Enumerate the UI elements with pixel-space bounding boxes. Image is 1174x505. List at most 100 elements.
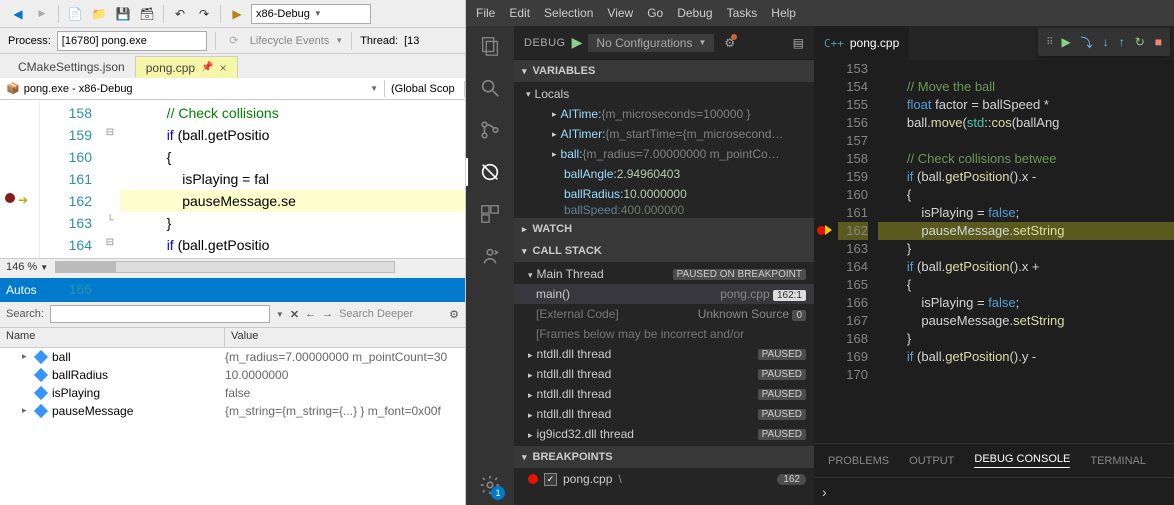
menu-help[interactable]: Help [771,6,796,20]
vs-code-text[interactable]: // Check collisions if (ball.getPositio … [120,100,465,258]
start-debug-button[interactable]: ▶ [572,34,583,51]
scope-combo[interactable]: (Global Scop [385,81,465,97]
menu-tasks[interactable]: Tasks [727,6,758,20]
vscode-pane: FileEditSelectionViewGoDebugTasksHelp 1 … [466,0,1174,505]
thread-row[interactable]: ▸ntdll.dll threadPAUSED [514,344,814,364]
autos-row[interactable]: ▸pauseMessage{m_string={m_string={...} }… [0,402,465,420]
new-file-icon[interactable]: 📄 [65,4,85,24]
explorer-icon[interactable] [478,34,502,58]
menu-selection[interactable]: Selection [544,6,593,20]
tab-cmakesettings[interactable]: CMakeSettings.json [8,56,135,78]
breakpoints-section-header[interactable]: ▾BREAKPOINTS [514,446,814,468]
vs-toolbar-main: ◀ ▶ 📄 📁 💾 🗃 ↶ ↷ ▶ x86-Debug▼ [0,0,465,28]
target-icon[interactable]: ▶ [227,4,247,24]
debug-config-combo[interactable]: No Configurations▼ [588,34,714,52]
breakpoint-row[interactable]: ✓ pong.cpp \ 162 [514,468,814,490]
variable-row[interactable]: ▸AITimer: {m_startTime={m_microsecond… [514,124,814,144]
variable-row[interactable]: ▸AITime: {m_microseconds=100000 } [514,104,814,124]
autos-grid-header: NameValue [0,328,465,348]
step-into-button[interactable]: ↓ [1103,35,1109,49]
live-share-icon[interactable] [478,244,502,268]
gear-icon[interactable]: ⚙ [449,308,459,321]
panel-tab-debug-console[interactable]: DEBUG CONSOLE [974,453,1070,468]
open-icon[interactable]: 📁 [89,4,109,24]
step-out-button[interactable]: ↑ [1119,35,1125,49]
thread-value: [13 [404,35,419,47]
variables-section-header[interactable]: ▾VARIABLES [514,60,814,82]
vs-glyph-margin[interactable]: ➔ [0,100,40,258]
extensions-icon[interactable] [478,202,502,226]
panel-tab-terminal[interactable]: TERMINAL [1090,455,1146,467]
redo-icon[interactable]: ↷ [194,4,214,24]
menu-go[interactable]: Go [647,6,663,20]
watch-section-header[interactable]: ▸WATCH [514,218,814,240]
settings-gear-icon[interactable]: 1 [478,473,502,497]
debug-icon[interactable] [478,160,502,184]
thread-row[interactable]: ▸ntdll.dll threadPAUSED [514,384,814,404]
editor-tab-pong[interactable]: C++ pong.cpp [814,26,909,60]
panel-tab-output[interactable]: OUTPUT [909,455,954,467]
thread-row[interactable]: ▸ntdll.dll threadPAUSED [514,404,814,424]
stack-frame[interactable]: [External Code]Unknown Source 0 [514,304,814,324]
main-thread-row[interactable]: ▾Main Thread PAUSED ON BREAKPOINT [514,264,814,284]
drag-grip-icon[interactable]: ⠿ [1046,37,1051,48]
autos-row[interactable]: isPlayingfalse [0,384,465,402]
panel-chevron-icon[interactable]: › [822,484,827,500]
autos-row[interactable]: ▸ball{m_radius=7.00000000 m_pointCount=3… [0,348,465,366]
undo-icon[interactable]: ↶ [170,4,190,24]
menu-view[interactable]: View [607,6,633,20]
arrow-icon[interactable]: ← [305,308,316,320]
continue-button[interactable]: ▶ [1061,35,1070,49]
nav-forward-button[interactable]: ▶ [32,4,52,24]
variable-row[interactable]: ballSpeed: 400.000000 [514,204,814,216]
autos-search-input[interactable] [50,305,270,323]
cpp-file-icon: C++ [824,37,844,50]
editor-glyph-margin[interactable] [814,60,838,443]
thread-row[interactable]: ▸ig9icd32.dll threadPAUSED [514,424,814,444]
target-scope-combo[interactable]: 📦 pong.exe - x86-Debug ▼ [0,80,385,97]
panel-tab-problems[interactable]: PROBLEMS [828,455,889,467]
debug-console-icon[interactable]: ▤ [793,36,804,50]
vs-toolbar-debug: Process: [16780] pong.exe ⟳ Lifecycle Ev… [0,28,465,54]
clear-icon[interactable]: ✕ [290,308,299,321]
lifecycle-icon[interactable]: ⟳ [224,31,244,51]
pin-icon[interactable]: 📌 [201,62,213,73]
tab-pong-cpp[interactable]: pong.cpp 📌 × [135,56,238,78]
stack-frame[interactable]: main()pong.cpp 162:1 [514,284,814,304]
menu-file[interactable]: File [476,6,495,20]
step-over-button[interactable]: ⤵ [1081,34,1093,51]
close-icon[interactable]: × [220,61,227,75]
menu-edit[interactable]: Edit [509,6,530,20]
save-icon[interactable]: 💾 [113,4,133,24]
autos-row[interactable]: ballRadius10.0000000 [0,366,465,384]
vs-fold-margin[interactable]: ⊟ └⊟ [100,100,120,258]
autos-grid[interactable]: ▸ball{m_radius=7.00000000 m_pointCount=3… [0,348,465,505]
vscode-menubar: File Edit Selection View Go Debug Tasks Help [466,0,1174,26]
stack-frame[interactable]: [Frames below may be incorrect and/or [514,324,814,344]
debug-toolbar[interactable]: ⠿ ▶ ⤵ ↓ ↑ ↻ ■ [1038,28,1170,56]
stop-button[interactable]: ■ [1155,35,1162,49]
menu-debug[interactable]: Debug [677,6,712,20]
process-combo[interactable]: [16780] pong.exe [57,31,207,51]
save-all-icon[interactable]: 🗃 [137,4,157,24]
scm-icon[interactable] [478,118,502,142]
variable-row[interactable]: ballRadius: 10.0000000 [514,184,814,204]
editor-line-numbers: 1531541551561571581591601611621631641651… [838,60,878,443]
editor-text[interactable]: // Move the ball float factor = ballSpee… [878,60,1174,443]
debug-gear-icon[interactable]: ⚙ [724,36,735,50]
vs-code-editor[interactable]: ➔ 158159160161162163164165166 ⊟ └⊟ // Ch… [0,100,465,258]
config-combo[interactable]: x86-Debug▼ [251,4,371,24]
visual-studio-pane: ◀ ▶ 📄 📁 💾 🗃 ↶ ↷ ▶ x86-Debug▼ Process: [1… [0,0,466,505]
search-deeper-button[interactable]: Search Deeper [339,308,413,320]
locals-scope[interactable]: ▾Locals [514,84,814,104]
arrow-icon[interactable]: → [322,308,333,320]
variable-row[interactable]: ▸ball: {m_radius=7.00000000 m_pointCo… [514,144,814,164]
search-icon[interactable] [478,76,502,100]
vscode-editor[interactable]: 1531541551561571581591601611621631641651… [814,60,1174,443]
nav-back-button[interactable]: ◀ [8,4,28,24]
breakpoint-checkbox[interactable]: ✓ [544,473,557,486]
thread-row[interactable]: ▸ntdll.dll threadPAUSED [514,364,814,384]
restart-button[interactable]: ↻ [1135,35,1145,49]
callstack-section-header[interactable]: ▾CALL STACK [514,240,814,262]
variable-row[interactable]: ballAngle: 2.94960403 [514,164,814,184]
